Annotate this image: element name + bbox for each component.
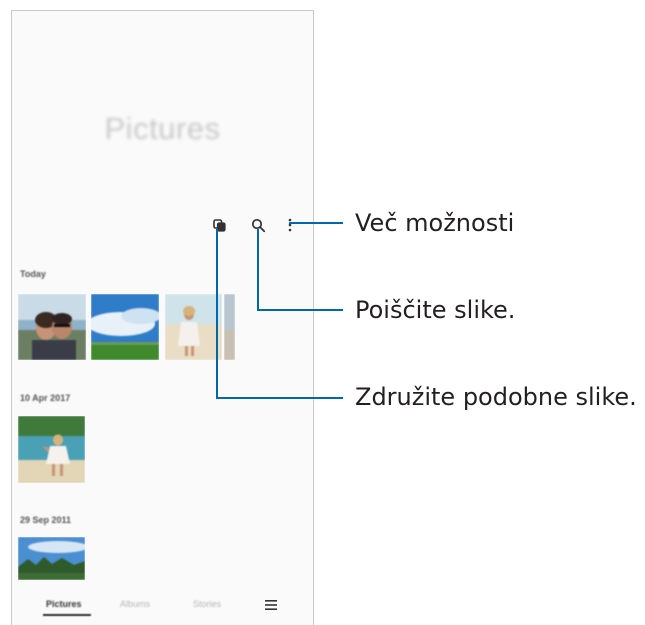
tab-stories[interactable]: Stories (193, 599, 221, 609)
active-tab-indicator (43, 614, 91, 616)
callout-label-group-similar: Združite podobne slike. (355, 383, 637, 411)
phone-screen: Pictures Today 10 Apr 2017 29 Sep 2011 P… (11, 10, 314, 625)
photo-thumbnail[interactable] (18, 537, 85, 580)
page-title: Pictures (104, 111, 221, 146)
photo-thumbnail[interactable] (91, 294, 159, 360)
callout-label-more-options: Več možnosti (355, 209, 515, 237)
photo-thumbnail[interactable] (18, 294, 86, 360)
callout-label-search: Poiščite slike. (355, 296, 516, 324)
search-icon[interactable] (251, 218, 266, 233)
date-header-today: Today (20, 269, 46, 279)
date-header-sep-2011: 29 Sep 2011 (20, 515, 72, 525)
more-options-icon[interactable] (287, 217, 293, 233)
date-header-apr-2017: 10 Apr 2017 (20, 393, 71, 403)
bottom-navigation: Pictures Albums Stories (12, 591, 313, 621)
group-similar-icon[interactable] (213, 219, 226, 232)
menu-icon[interactable] (265, 600, 277, 610)
photo-thumbnail[interactable] (165, 294, 222, 360)
tab-albums[interactable]: Albums (120, 599, 150, 609)
photo-thumbnail[interactable] (224, 294, 235, 360)
tab-pictures[interactable]: Pictures (46, 599, 82, 609)
photo-thumbnail[interactable] (18, 416, 85, 483)
